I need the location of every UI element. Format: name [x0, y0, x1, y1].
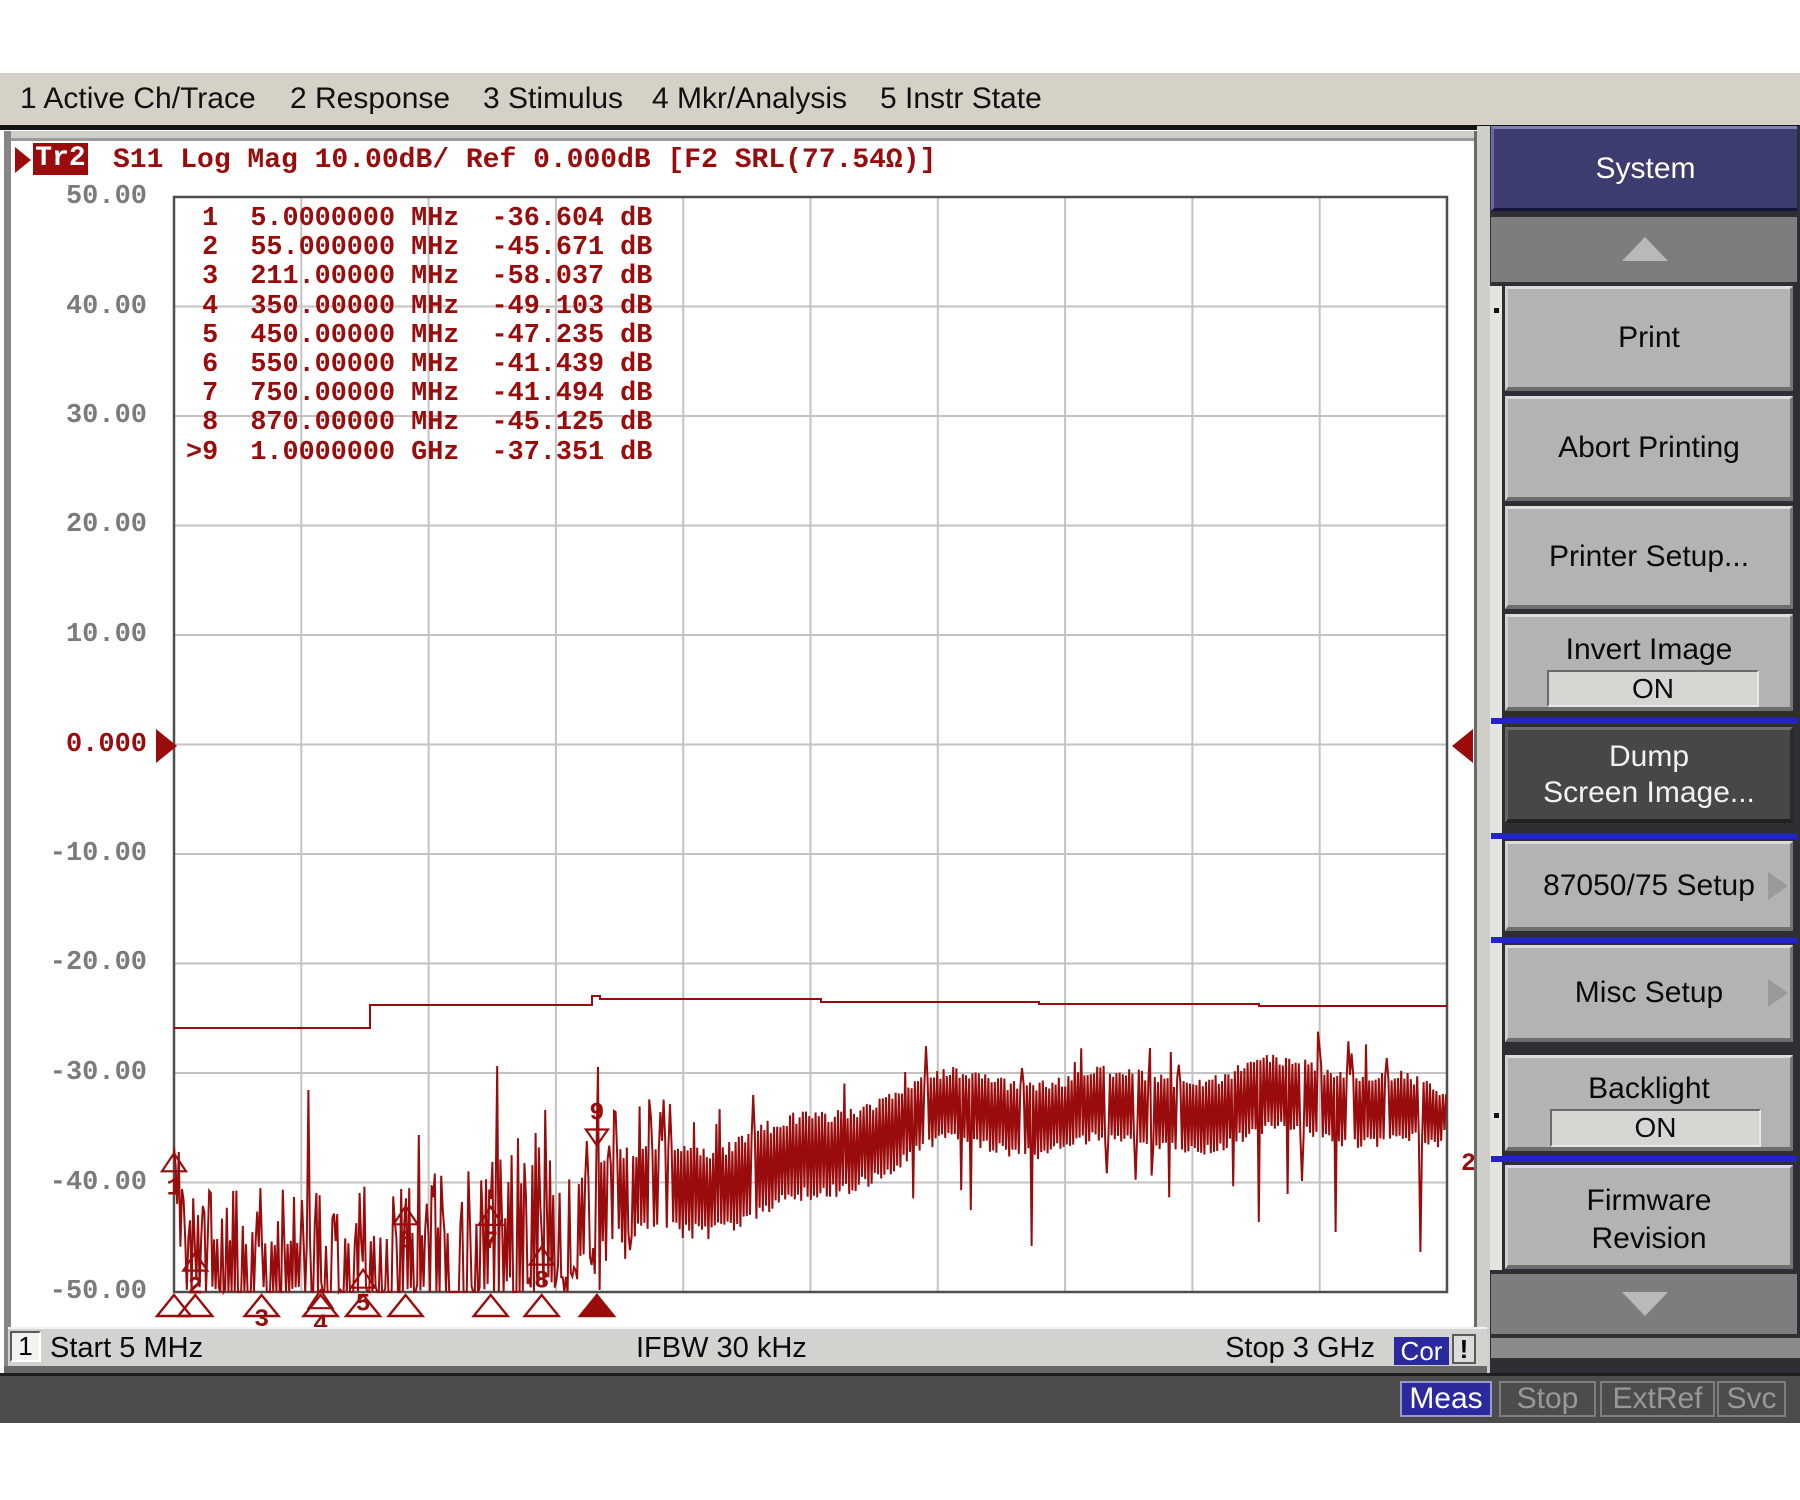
- svg-text:2: 2: [188, 1273, 203, 1302]
- svg-text:1: 1: [166, 1173, 181, 1202]
- svg-text:6: 6: [398, 1226, 413, 1255]
- svg-text:2: 2: [1461, 1149, 1474, 1178]
- svg-text:9: 9: [589, 1099, 604, 1128]
- svg-text:7: 7: [483, 1227, 498, 1256]
- svg-text:8: 8: [534, 1267, 549, 1296]
